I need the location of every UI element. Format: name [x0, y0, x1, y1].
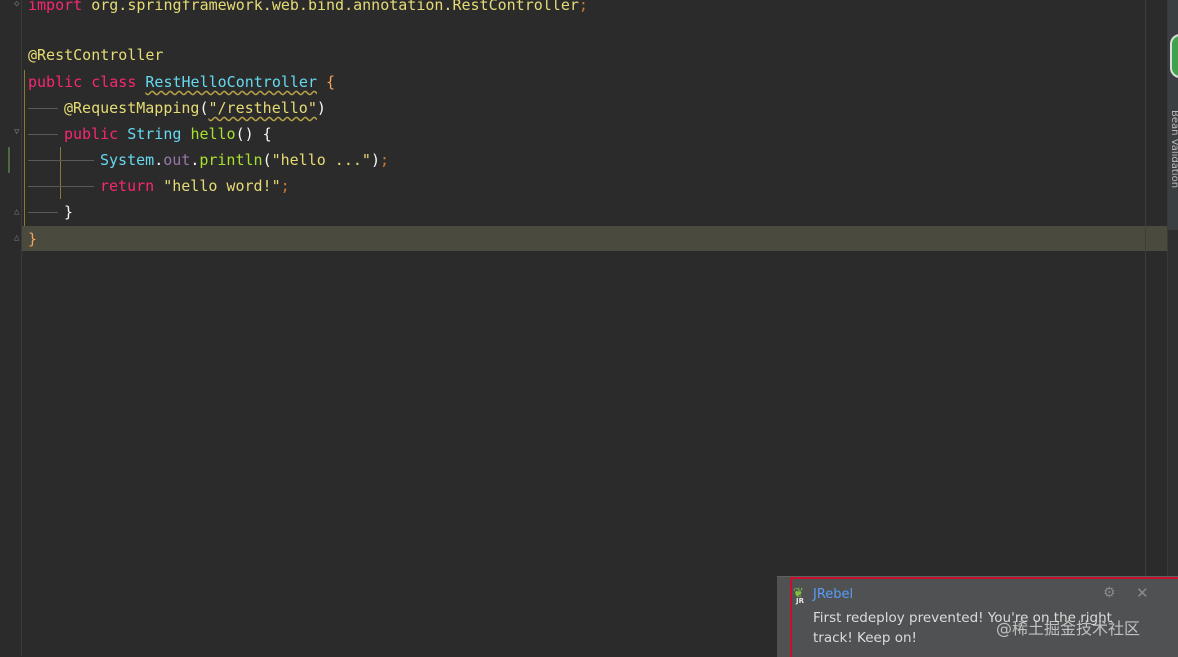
- code-line-method: public String hello() {: [64, 121, 272, 147]
- string-literal: "hello word!": [154, 177, 281, 195]
- indent-guide: [28, 212, 58, 213]
- gear-icon[interactable]: ⚙: [1103, 585, 1116, 601]
- watermark-text: @稀土掘金技术社区: [996, 619, 1141, 638]
- brace: }: [64, 203, 74, 221]
- brace: {: [317, 73, 336, 91]
- indent-guide: [28, 186, 94, 187]
- annotation: @RequestMapping: [64, 99, 200, 117]
- jrebel-logo-text: JR: [796, 597, 804, 605]
- annotation: @RestController: [28, 46, 164, 64]
- method-name: hello: [190, 125, 236, 143]
- field-ref: out: [163, 151, 191, 169]
- paren: (: [199, 99, 209, 117]
- class-ref: System: [100, 151, 155, 169]
- keyword: public: [28, 73, 83, 91]
- code-line-annotation: @RestController: [28, 42, 163, 68]
- code-line-class-close: }: [28, 226, 37, 252]
- semicolon: ;: [379, 151, 389, 169]
- editor-gutter: ◇ ▽ △ △: [0, 0, 22, 656]
- code-editor[interactable]: import org.springframework.web.bind.anno…: [22, 0, 1178, 656]
- import-path: org.springframework.web.bind.annotation.…: [82, 0, 579, 14]
- code-line-mapping: @RequestMapping("/resthello"): [64, 95, 326, 121]
- indent-guide: [28, 134, 58, 135]
- paren: ): [370, 151, 380, 169]
- keyword: class: [82, 73, 146, 91]
- status-indicator-icon[interactable]: [1170, 34, 1178, 78]
- keyword: return: [100, 177, 155, 195]
- brace: }: [28, 230, 38, 248]
- indent-guide: [28, 108, 58, 109]
- paren: (: [262, 151, 272, 169]
- code-line-println: System.out.println("hello ...");: [100, 147, 389, 173]
- side-tool-window-strip[interactable]: Bean Validation: [1168, 0, 1178, 230]
- return-type: String: [118, 125, 191, 143]
- notification-title[interactable]: JRebel: [813, 587, 853, 602]
- code-line-method-close: }: [64, 199, 73, 225]
- keyword: public: [64, 125, 119, 143]
- string-literal: "/resthello": [208, 99, 317, 117]
- code-line-class: public class RestHelloController {: [28, 69, 335, 95]
- code-line-import: import org.springframework.web.bind.anno…: [28, 0, 588, 18]
- indent-guide: [28, 160, 94, 161]
- brace-guide: [24, 70, 25, 226]
- bean-validation-tab[interactable]: Bean Validation: [1169, 110, 1178, 188]
- string-literal: "hello ...": [271, 151, 371, 169]
- current-line-highlight: [22, 226, 1168, 251]
- semicolon: ;: [578, 0, 588, 14]
- paren: ): [316, 99, 326, 117]
- right-margin-guide: [1145, 0, 1146, 656]
- code-line-return: return "hello word!";: [100, 173, 290, 199]
- brace-guide: [60, 147, 61, 199]
- keyword: import: [28, 0, 83, 14]
- change-marker[interactable]: [8, 147, 10, 173]
- close-icon[interactable]: ✕: [1136, 584, 1149, 602]
- dot: .: [190, 151, 200, 169]
- class-name[interactable]: RestHelloController: [145, 73, 317, 91]
- dot: .: [154, 151, 164, 169]
- method-call: println: [199, 151, 263, 169]
- method-signature: () {: [235, 125, 272, 143]
- semicolon: ;: [280, 177, 290, 195]
